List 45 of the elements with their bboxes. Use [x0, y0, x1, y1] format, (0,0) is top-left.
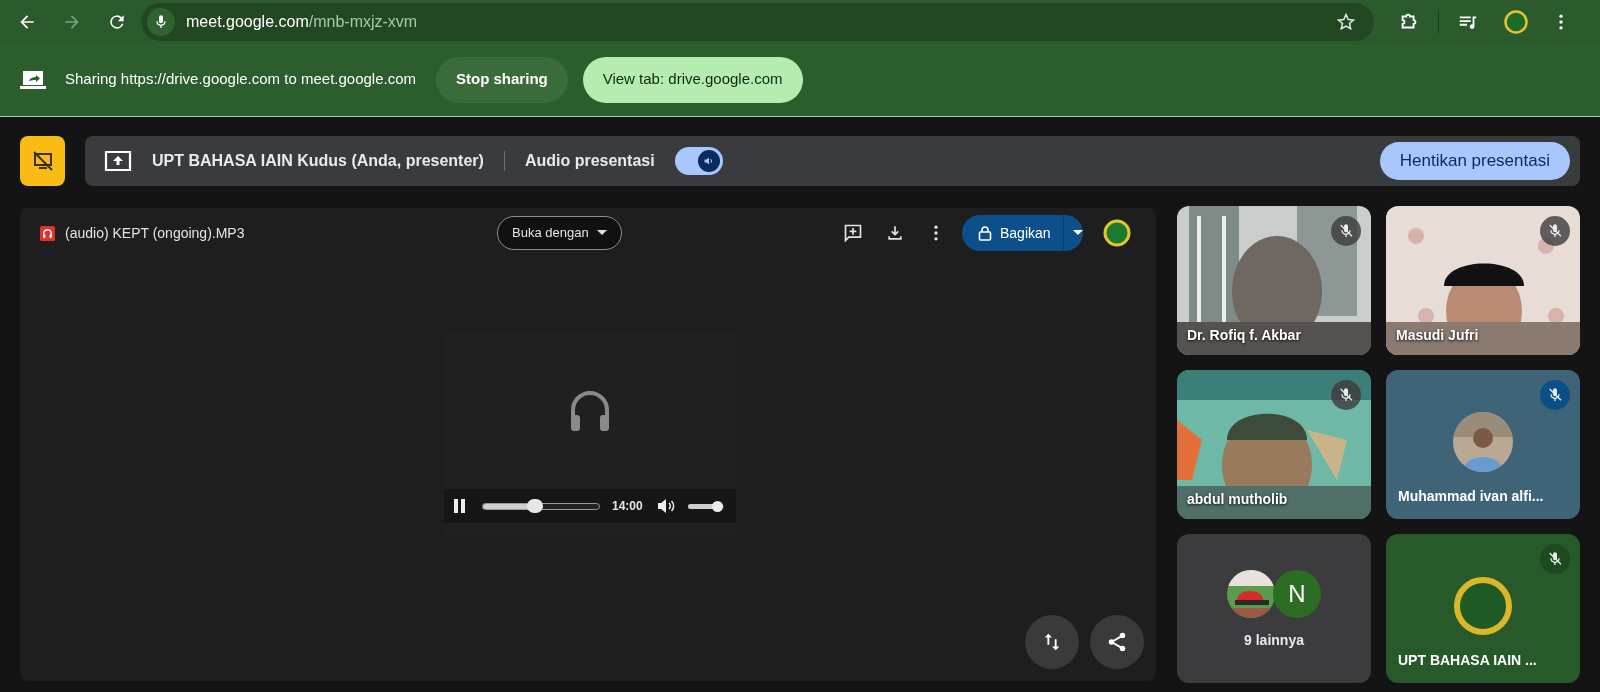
address-bar[interactable]: meet.google.com/mnb-mxjz-xvm	[141, 2, 1374, 41]
dropdown-caret-icon	[1072, 230, 1083, 236]
sharing-message: Sharing https://drive.google.com to meet.google.com	[65, 69, 417, 90]
audio-label: Audio presentasi	[524, 151, 655, 171]
view-tab-button[interactable]: View tab: drive.google.com	[582, 56, 803, 103]
speaker-icon	[702, 155, 715, 167]
add-comment-icon[interactable]	[843, 223, 863, 243]
audio-file-icon	[40, 225, 55, 241]
pause-icon[interactable]	[453, 498, 467, 514]
hidden-presentation-icon	[30, 149, 55, 173]
profile-avatar-icon	[1453, 576, 1513, 636]
participant-initial-avatar: N	[1273, 570, 1321, 618]
dropdown-caret-icon	[596, 230, 607, 236]
profile-avatar-icon[interactable]	[1503, 8, 1529, 35]
share-link-button[interactable]	[1090, 615, 1144, 669]
open-with-button[interactable]: Buka dengan	[497, 216, 622, 250]
share-button[interactable]: Bagikan	[962, 215, 1083, 251]
account-avatar-icon[interactable]	[1102, 218, 1132, 248]
swap-layout-button[interactable]	[1025, 615, 1079, 669]
progress-thumb[interactable]	[527, 498, 544, 513]
participant-name: abdul mutholib	[1187, 490, 1288, 509]
screen-share-icon	[20, 69, 46, 90]
star-icon[interactable]	[1336, 11, 1356, 32]
volume-icon[interactable]	[656, 498, 677, 514]
participant-name: UPT BAHASA IAIN ...	[1398, 651, 1537, 670]
stop-presentation-button[interactable]: Hentikan presentasi	[1379, 142, 1570, 180]
share-icon	[1106, 631, 1128, 653]
audio-toggle[interactable]	[674, 147, 723, 175]
others-count-label: 9 lainnya	[1244, 631, 1304, 650]
participant-name: Masudi Jufri	[1396, 326, 1479, 345]
download-icon[interactable]	[885, 223, 905, 243]
file-name: (audio) KEPT (ongoing).MP3	[65, 223, 246, 243]
presenter-name: UPT BAHASA IAIN Kudus (Anda, presenter)	[152, 151, 484, 171]
url-text: meet.google.com/mnb-mxjz-xvm	[186, 11, 418, 32]
stop-sharing-button[interactable]: Stop sharing	[436, 56, 568, 103]
participant-name: Dr. Rofiq f. Akbar	[1187, 326, 1301, 345]
time-label: 14:00	[612, 498, 643, 515]
present-screen-icon	[104, 149, 132, 173]
lock-icon	[978, 225, 992, 241]
presentation-hidden-button[interactable]	[20, 136, 65, 186]
microphone-icon[interactable]	[153, 13, 169, 30]
progress-track[interactable]	[482, 502, 600, 510]
headphones-icon	[569, 389, 611, 433]
others-tile[interactable]: N 9 lainnya	[1177, 534, 1371, 683]
participant-name: Muhammad ivan alfi...	[1398, 487, 1544, 506]
